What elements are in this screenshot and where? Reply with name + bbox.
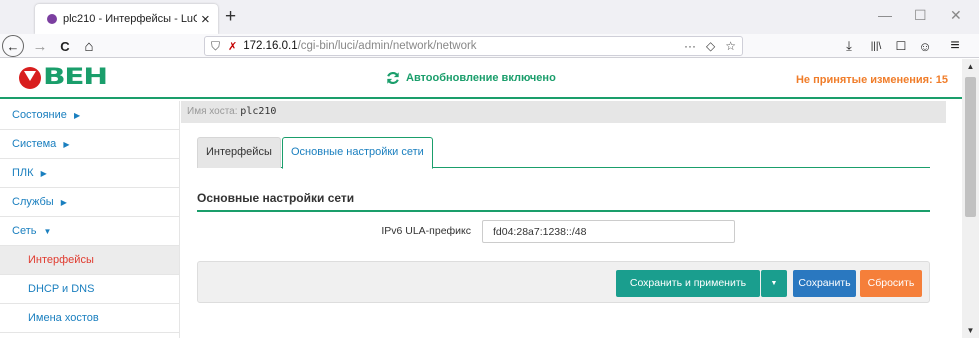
- caret-down-icon: ▼: [43, 227, 52, 236]
- caret-right-icon: ▶: [73, 111, 81, 120]
- reload-icon[interactable]: C: [56, 34, 74, 58]
- unsaved-changes-link[interactable]: Не принятые изменения: 15: [796, 74, 948, 86]
- maximize-button[interactable]: ☐: [914, 7, 927, 24]
- tab-global-network-options[interactable]: Основные настройки сети: [282, 137, 433, 169]
- url-path: /cgi-bin/luci/admin/network/network: [297, 40, 477, 52]
- section-title: Основные настройки сети: [197, 185, 930, 212]
- library-icon[interactable]: |||\: [866, 34, 886, 58]
- page-actions-icon[interactable]: ···: [684, 39, 696, 53]
- tab-close-icon[interactable]: ×: [201, 12, 210, 27]
- scroll-thumb[interactable]: [965, 77, 976, 217]
- page-scrollbar[interactable]: ▲ ▼: [962, 59, 979, 338]
- hostname-value: plc210: [240, 106, 277, 117]
- sidebar-item-label: ПЛК: [12, 167, 34, 179]
- tab-interfaces[interactable]: Интерфейсы: [197, 137, 281, 168]
- refresh-icon: [387, 72, 399, 84]
- sidebar-item-system[interactable]: Система ▶: [0, 130, 179, 159]
- forward-icon[interactable]: →: [31, 34, 49, 58]
- sidebar-item-label: Службы: [12, 196, 54, 208]
- menu-icon[interactable]: ≡: [946, 34, 964, 58]
- sidebar-toggle-icon[interactable]: ☐: [892, 34, 910, 58]
- sidebar-item-status[interactable]: Состояние ▶: [0, 101, 179, 130]
- url-host: 172.16.0.1: [243, 40, 298, 52]
- save-apply-button[interactable]: Сохранить и применить: [616, 270, 760, 297]
- autorefresh-toggle[interactable]: Автообновление включено: [386, 71, 556, 85]
- new-tab-button[interactable]: +: [225, 6, 236, 28]
- save-button[interactable]: Сохранить: [793, 270, 856, 297]
- ula-prefix-input[interactable]: [482, 220, 735, 243]
- logo-word: ВЕН: [43, 65, 108, 90]
- bookmark-star-icon[interactable]: ☆: [725, 39, 736, 53]
- main-content: Имя хоста: plc210 Интерфейсы Основные на…: [181, 101, 962, 338]
- page-tabs: Интерфейсы Основные настройки сети: [197, 137, 930, 169]
- ula-prefix-row: IPv6 ULA-префикс: [197, 220, 930, 244]
- sidebar: Состояние ▶ Система ▶ ПЛК ▶ Службы ▶ Сет…: [0, 101, 180, 338]
- sidebar-item-network[interactable]: Сеть ▼: [0, 217, 179, 246]
- reset-button[interactable]: Сбросить: [860, 270, 922, 297]
- page: ВЕН Автообновление включено Не принятые …: [0, 59, 962, 338]
- tab-title: plc210 - Интерфейсы - LuCI: [63, 13, 197, 25]
- sidebar-item-label: Состояние: [12, 109, 67, 121]
- action-bar: Сохранить и применить ▼ Сохранить Сброси…: [197, 261, 930, 303]
- browser-tab[interactable]: plc210 - Интерфейсы - LuCI ×: [35, 4, 218, 34]
- sidebar-item-hostnames[interactable]: Имена хостов: [0, 304, 179, 333]
- logo-mark-icon: [19, 67, 41, 89]
- insecure-lock-icon: ✗: [228, 40, 238, 53]
- favicon-icon: [47, 14, 57, 24]
- pocket-icon[interactable]: ◇: [706, 39, 715, 53]
- sidebar-item-dhcp-dns[interactable]: DHCP и DNS: [0, 275, 179, 304]
- download-icon[interactable]: ⤓: [840, 34, 858, 58]
- url-text: 172.16.0.1/cgi-bin/luci/admin/network/ne…: [243, 40, 476, 52]
- browser-navbar: ← → C ⌂ ⛉ ✗ 172.16.0.1/cgi-bin/luci/admi…: [0, 34, 979, 58]
- back-icon[interactable]: ←: [2, 35, 24, 57]
- window-close-button[interactable]: ✕: [950, 7, 962, 24]
- browser-tabstrip: plc210 - Интерфейсы - LuCI × + — ☐ ✕: [0, 0, 979, 34]
- caret-right-icon: ▶: [63, 140, 70, 149]
- sidebar-item-interfaces[interactable]: Интерфейсы: [0, 246, 179, 275]
- caret-right-icon: ▶: [60, 198, 67, 207]
- ula-prefix-label: IPv6 ULA-префикс: [381, 225, 471, 237]
- sidebar-item-label: Система: [12, 138, 57, 150]
- home-icon[interactable]: ⌂: [80, 34, 98, 58]
- scroll-up-icon[interactable]: ▲: [962, 62, 979, 71]
- caret-right-icon: ▶: [40, 169, 47, 178]
- account-icon[interactable]: ☺: [916, 34, 934, 58]
- hostname-label: Имя хоста:: [187, 106, 238, 117]
- shield-icon: ⛉: [211, 38, 221, 53]
- url-bar[interactable]: ⛉ ✗ 172.16.0.1/cgi-bin/luci/admin/networ…: [204, 36, 743, 56]
- sidebar-item-services[interactable]: Службы ▶: [0, 188, 179, 217]
- hostname-bar: Имя хоста: plc210: [181, 101, 946, 123]
- scroll-down-icon[interactable]: ▼: [962, 326, 979, 335]
- autorefresh-label: Автообновление включено: [406, 72, 556, 84]
- minimize-button[interactable]: —: [878, 7, 892, 23]
- sidebar-item-label: Сеть: [12, 225, 37, 237]
- save-apply-dropdown-icon[interactable]: ▼: [761, 270, 787, 297]
- luci-header: ВЕН Автообновление включено Не принятые …: [0, 59, 962, 99]
- oven-logo[interactable]: ВЕН: [19, 63, 108, 93]
- sidebar-item-plc[interactable]: ПЛК ▶: [0, 159, 179, 188]
